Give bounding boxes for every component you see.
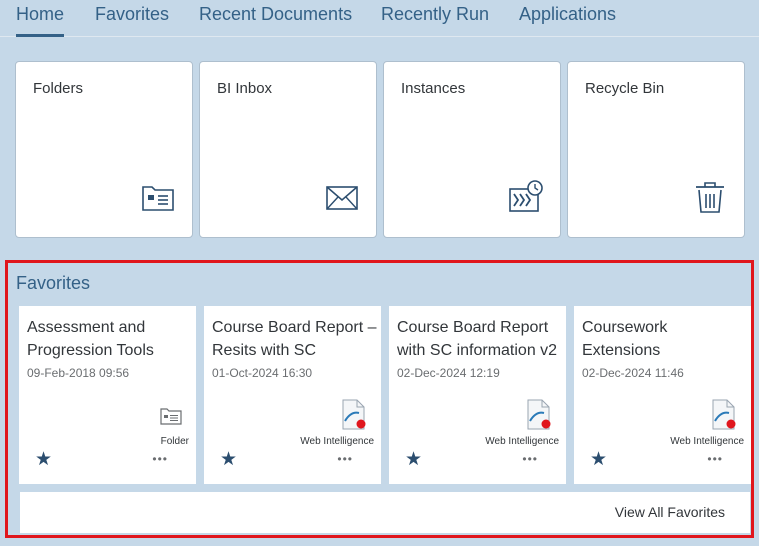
instances-clock-icon [509,180,543,212]
card-type: Web Intelligence [485,436,559,447]
folder-card-icon [142,186,174,211]
card-title: Coursework Extensions [582,319,668,359]
card-type: Web Intelligence [670,436,744,447]
tile-title: BI Inbox [217,80,273,97]
card-title: Course Board Report with SC information … [397,319,558,359]
tile-bi-inbox[interactable]: BI Inbox [199,61,377,238]
card-date: 01-Oct-2024 16:30 [212,366,313,380]
card-title: Assessment and Progression Tools [27,319,154,359]
tile-title: Instances [401,80,466,97]
favorite-star-icon[interactable]: ★ [35,448,52,471]
favorite-star-icon[interactable]: ★ [590,448,607,471]
folder-card-icon [160,408,182,425]
favorites-heading: Favorites [16,273,91,293]
card-date: 09-Feb-2018 09:56 [27,366,130,380]
tile-instances[interactable]: Instances [383,61,561,238]
favorite-card-sc-info[interactable]: Course Board Report with SC information … [389,306,566,484]
webi-document-icon [712,399,736,430]
tile-title: Recycle Bin [585,80,665,97]
tile-folders[interactable]: Folders [15,61,193,238]
tab-recent-documents[interactable]: Recent Documents [199,4,352,37]
tab-applications[interactable]: Applications [519,4,616,37]
tab-home[interactable]: Home [16,4,65,37]
card-date: 02-Dec-2024 11:46 [582,366,684,380]
card-title: Course Board Report – Resits with SC [212,319,377,359]
favorite-star-icon[interactable]: ★ [405,448,422,471]
trash-icon [696,182,724,213]
tab-recently-run[interactable]: Recently Run [381,4,489,37]
top-navigation: Home Favorites Recent Documents Recently… [0,0,759,37]
favorite-card-assessment[interactable]: Assessment and Progression Tools 09-Feb-… [19,306,196,484]
more-options-icon[interactable]: ••• [152,453,168,465]
favorite-card-resits[interactable]: Course Board Report – Resits with SC 01-… [204,306,381,484]
card-type: Web Intelligence [300,436,374,447]
favorite-card-coursework[interactable]: Coursework Extensions 02-Dec-2024 11:46 … [574,306,751,484]
card-type: Folder [160,436,189,447]
more-options-icon[interactable]: ••• [337,453,353,465]
more-options-icon[interactable]: ••• [707,453,723,465]
view-all-bar: View All Favorites [20,492,750,533]
tile-recycle-bin[interactable]: Recycle Bin [567,61,745,238]
tab-favorites[interactable]: Favorites [95,4,169,37]
favorite-star-icon[interactable]: ★ [220,448,237,471]
webi-document-icon [527,399,551,430]
view-all-favorites-link[interactable]: View All Favorites [615,504,725,520]
envelope-icon [326,186,358,210]
more-options-icon[interactable]: ••• [522,453,538,465]
webi-document-icon [342,399,366,430]
card-date: 02-Dec-2024 12:19 [397,366,500,380]
tile-title: Folders [33,80,84,97]
